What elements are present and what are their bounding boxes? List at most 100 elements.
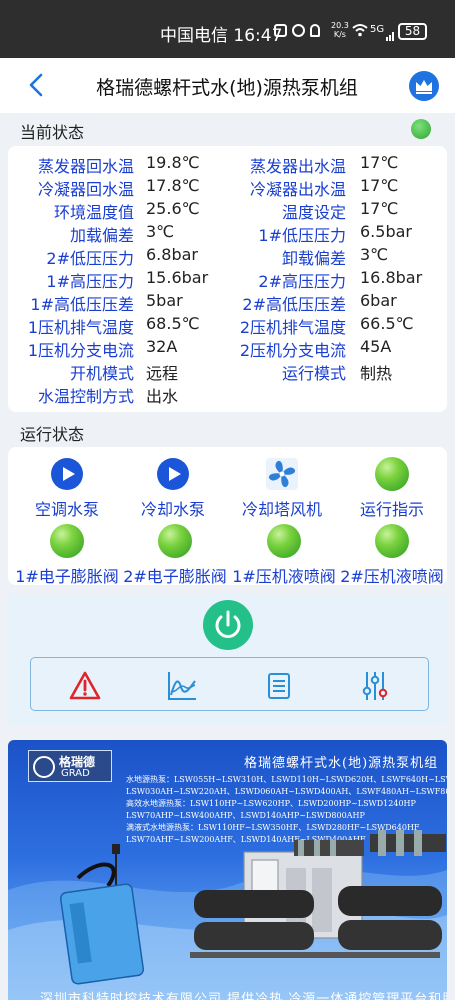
run-item-label: 2#压机液喷阀 <box>340 567 444 586</box>
param-value: 出水 <box>146 387 179 406</box>
param-value: 16.8bar <box>360 268 423 287</box>
sliders-icon <box>362 672 388 700</box>
param-label: 冷凝器回水温 <box>37 180 134 199</box>
settings-button[interactable] <box>358 669 392 703</box>
run-item-run-indicator: 运行指示 <box>337 457 447 520</box>
online-status-indicator <box>411 119 431 139</box>
run-status-heading: 运行状态 <box>20 425 85 444</box>
nfc-icon <box>274 24 287 37</box>
param-value: 15.6bar <box>146 268 209 287</box>
param-value: 17℃ <box>360 199 399 218</box>
status-bar: 中国电信 16:47 20.3 K/s 5G 58 <box>0 0 455 58</box>
wifi-icon <box>352 22 368 42</box>
param-label: 1#高低压压差 <box>30 295 134 314</box>
param-row: 1压机排气温度 68.5℃ 2压机排气温度 66.5℃ <box>8 314 447 337</box>
page-title: 格瑞德螺杆式水(地)源热泵机组 <box>96 77 358 99</box>
net-speed-unit: K/s <box>333 30 346 39</box>
param-row: 1#高低压压差 5bar 2#高低压压差 6bar <box>8 291 447 314</box>
param-value: 19.8℃ <box>146 153 200 172</box>
param-value: 3℃ <box>360 245 389 264</box>
play-icon <box>51 458 83 490</box>
run-item-label: 冷却水泵 <box>140 500 205 519</box>
param-label: 卸载偏差 <box>281 249 346 268</box>
param-label: 加载偏差 <box>69 226 134 245</box>
param-value: 5bar <box>146 291 183 310</box>
param-row: 蒸发器回水温 19.8℃ 蒸发器出水温 17℃ <box>8 153 447 176</box>
param-label: 2压机分支电流 <box>239 341 346 360</box>
run-item-cooling-pump: 冷却水泵 <box>118 457 228 520</box>
param-label: 蒸发器回水温 <box>37 157 134 176</box>
current-status-card: 蒸发器回水温 19.8℃ 蒸发器出水温 17℃ 冷凝器回水温 17.8℃ 冷凝器… <box>8 146 447 412</box>
battery-indicator: 58 <box>398 23 427 40</box>
net-speed-value: 20.3 <box>331 21 349 30</box>
signal-5g: 5G <box>370 24 385 35</box>
param-value: 66.5℃ <box>360 314 414 333</box>
param-row: 2#低压压力 6.8bar 卸载偏差 3℃ <box>8 245 447 268</box>
product-banner[interactable]: 格瑞德 GRAD 格瑞德螺杆式水(地)源热泵机组 水地源热泵：LSW055H~L… <box>8 740 447 1000</box>
param-row: 开机模式 远程 运行模式 制热 <box>8 360 447 383</box>
vip-button[interactable] <box>409 71 439 101</box>
records-button[interactable] <box>262 669 296 703</box>
bluetooth-icon <box>310 24 320 37</box>
current-status-heading: 当前状态 <box>20 123 85 142</box>
param-row: 水温控制方式 出水 <box>8 383 447 406</box>
param-value: 45A <box>360 337 392 356</box>
net-speed: 20.3 K/s <box>331 21 349 39</box>
run-item-label: 2#电子膨胀阀 <box>123 567 227 586</box>
param-value: 制热 <box>360 364 393 383</box>
run-item-label: 冷却塔风机 <box>241 500 322 519</box>
trend-chart-button[interactable] <box>165 669 199 703</box>
status-light-icon <box>158 524 192 558</box>
chevron-left-icon <box>29 73 43 97</box>
param-value: 6bar <box>360 291 397 310</box>
status-icons <box>274 24 320 37</box>
crown-icon <box>416 80 432 94</box>
run-item-ac-pump: 空调水泵 <box>12 457 122 520</box>
param-row: 环境温度值 25.6℃ 温度设定 17℃ <box>8 199 447 222</box>
status-light-icon <box>375 524 409 558</box>
run-item-label: 1#压机液喷阀 <box>232 567 336 586</box>
param-value: 3℃ <box>146 222 175 241</box>
status-light-icon <box>50 524 84 558</box>
param-value: 远程 <box>146 364 179 383</box>
run-status-card: 空调水泵 冷却水泵 冷却塔风机 运行指示 1#电子膨胀阀 2#电子膨胀阀 1#压… <box>8 447 447 587</box>
param-label: 环境温度值 <box>53 203 134 222</box>
carrier-time: 中国电信 16:47 <box>160 26 283 46</box>
param-label: 运行模式 <box>281 364 346 383</box>
param-label: 2#高压压力 <box>258 272 346 291</box>
run-item-tower-fan: 冷却塔风机 <box>227 457 337 520</box>
param-label: 开机模式 <box>69 364 134 383</box>
param-row: 冷凝器回水温 17.8℃ 冷凝器出水温 17℃ <box>8 176 447 199</box>
run-item-label: 空调水泵 <box>34 500 99 519</box>
param-row: 1压机分支电流 32A 2压机分支电流 45A <box>8 337 447 360</box>
alarm-icon <box>292 24 305 37</box>
back-button[interactable] <box>26 73 48 97</box>
param-label: 冷凝器出水温 <box>249 180 346 199</box>
power-button[interactable] <box>203 600 253 650</box>
param-label: 蒸发器出水温 <box>249 157 346 176</box>
title-bar: 格瑞德螺杆式水(地)源热泵机组 <box>0 58 455 113</box>
run-item-expansion-valve-1: 1#电子膨胀阀 <box>12 524 122 587</box>
param-label: 水温控制方式 <box>37 387 134 406</box>
chart-icon <box>168 672 196 700</box>
param-value: 17℃ <box>360 153 399 172</box>
control-panel <box>8 593 447 726</box>
param-label: 1压机分支电流 <box>27 341 134 360</box>
alarm-button[interactable] <box>68 669 102 703</box>
param-label: 1压机排气温度 <box>27 318 134 337</box>
run-item-injection-valve-1: 1#压机液喷阀 <box>229 524 339 587</box>
signal-bars-icon <box>386 26 396 45</box>
param-label: 2#低压压力 <box>46 249 134 268</box>
run-item-injection-valve-2: 2#压机液喷阀 <box>337 524 447 587</box>
list-icon <box>268 673 290 699</box>
status-light-icon <box>375 457 409 491</box>
run-item-expansion-valve-2: 2#电子膨胀阀 <box>120 524 230 587</box>
param-value: 6.5bar <box>360 222 412 241</box>
warning-icon <box>69 671 101 700</box>
param-row: 1#高压压力 15.6bar 2#高压压力 16.8bar <box>8 268 447 291</box>
param-value: 68.5℃ <box>146 314 200 333</box>
product-illustration <box>59 830 446 985</box>
param-value: 17℃ <box>360 176 399 195</box>
param-label: 1#低压压力 <box>258 226 346 245</box>
run-item-label: 运行指示 <box>359 500 424 519</box>
